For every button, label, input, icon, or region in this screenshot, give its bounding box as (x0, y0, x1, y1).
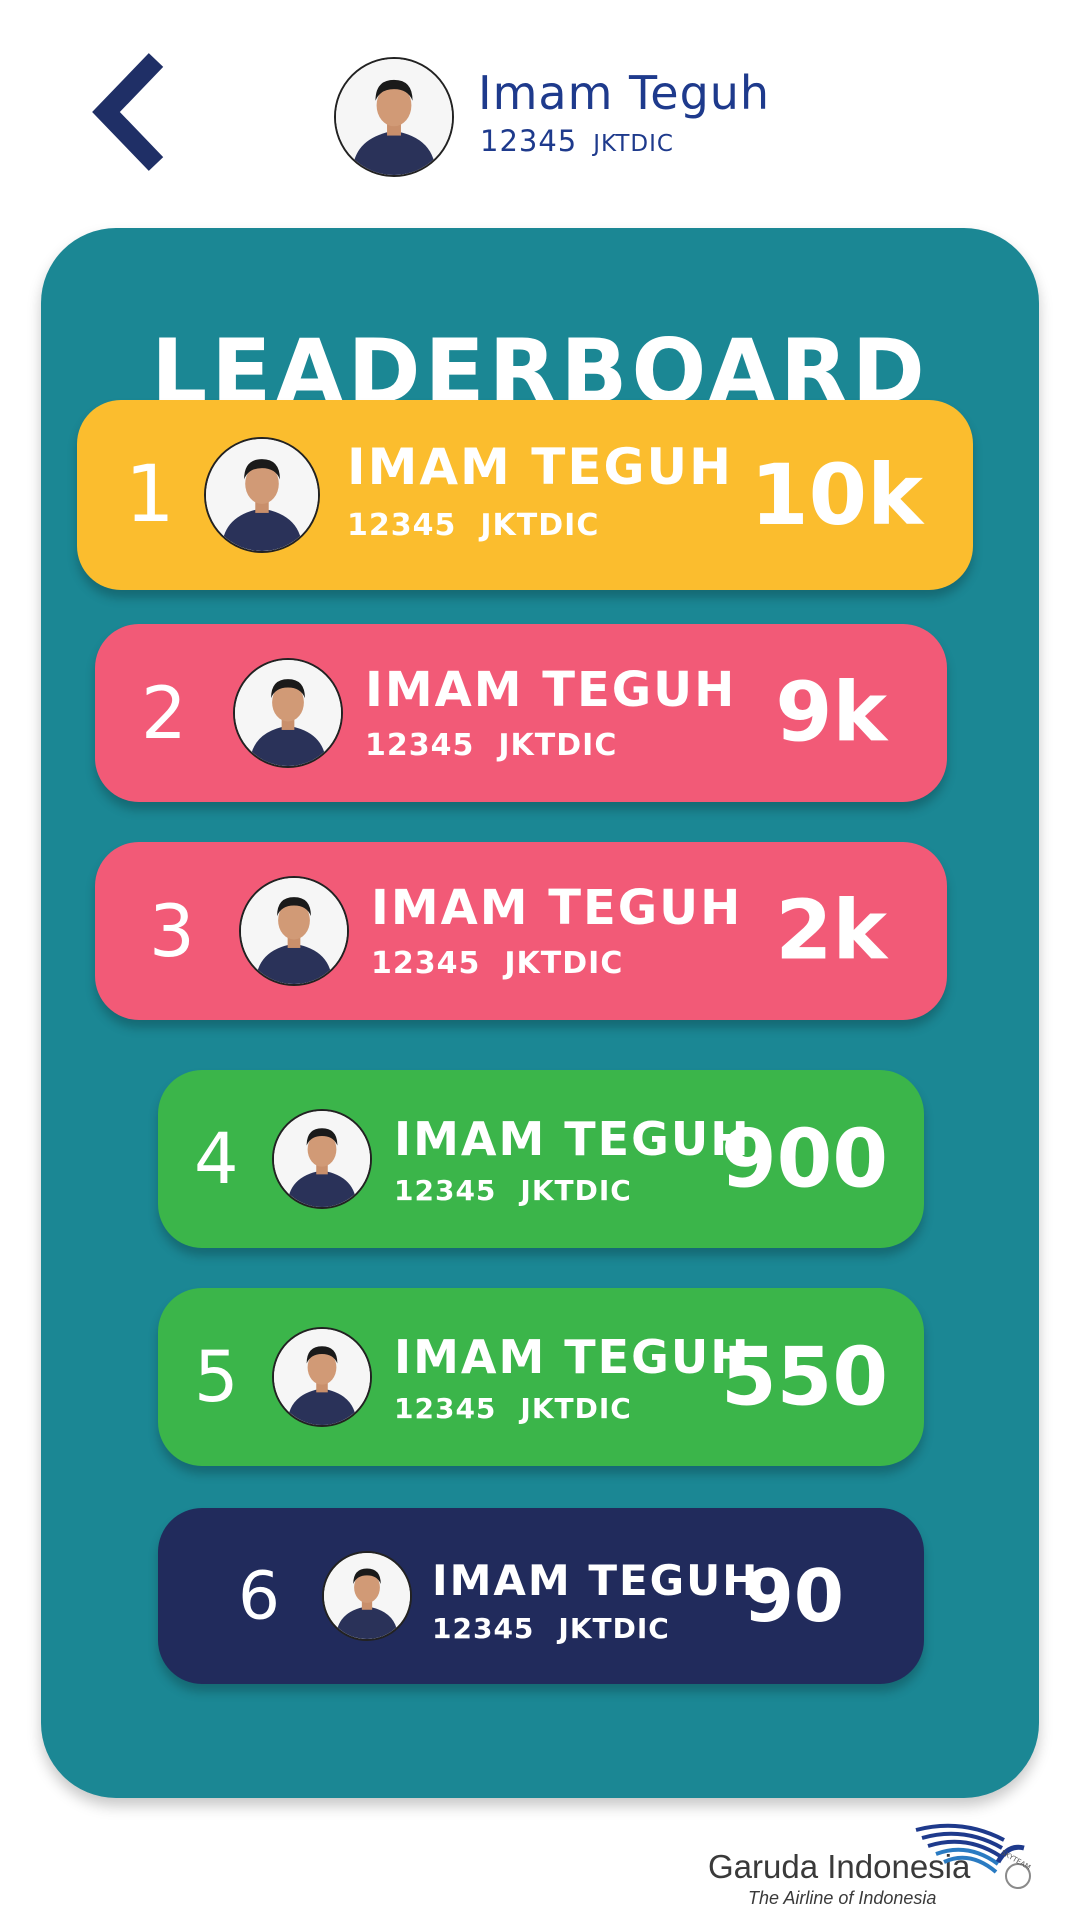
rank-number: 3 (149, 889, 195, 973)
avatar[interactable] (334, 57, 454, 177)
player-meta: 12345 JKTDIC (394, 1174, 632, 1207)
employee-id: 12345 (480, 124, 578, 158)
avatar[interactable] (272, 1327, 372, 1427)
employee-id: 12345 (371, 946, 481, 981)
employee-id: 12345 (365, 728, 475, 763)
leaderboard-row[interactable]: 1 IMAM TEGUH 12345 JKTDIC 10k (77, 400, 973, 590)
score-value: 550 (721, 1330, 888, 1424)
leaderboard-row[interactable]: 2 IMAM TEGUH 12345 JKTDIC 9k (95, 624, 947, 802)
employee-id: 12345 (394, 1174, 497, 1207)
station-code: JKTDIC (480, 508, 600, 543)
rank-number: 2 (141, 671, 187, 755)
avatar[interactable] (233, 658, 343, 768)
score-value: 900 (721, 1112, 888, 1206)
player-meta: 12345 JKTDIC (371, 946, 623, 981)
score-value: 90 (743, 1554, 844, 1638)
back-button[interactable] (88, 52, 178, 172)
profile-header: Imam Teguh 12345 JKTDIC (0, 0, 1080, 200)
station-code: JKTDIC (498, 728, 618, 763)
avatar[interactable] (272, 1109, 372, 1209)
garuda-logo-icon: SKYTEAM (915, 1823, 1032, 1889)
station-code: JKTDIC (520, 1174, 632, 1207)
player-name: IMAM TEGUH (371, 880, 743, 936)
rank-number: 5 (194, 1336, 239, 1418)
rank-number: 4 (194, 1118, 239, 1200)
player-meta: 12345 JKTDIC (347, 508, 599, 543)
leaderboard-row[interactable]: 4 IMAM TEGUH 12345 JKTDIC 900 (158, 1070, 924, 1248)
rank-number: 1 (125, 450, 175, 540)
player-name: IMAM TEGUH (394, 1112, 751, 1166)
employee-id: 12345 (432, 1612, 535, 1645)
employee-id: 12345 (394, 1392, 497, 1425)
avatar[interactable] (322, 1551, 412, 1641)
player-meta: 12345 JKTDIC (365, 728, 617, 763)
station-code: JKTDIC (504, 946, 624, 981)
player-name: IMAM TEGUH (432, 1556, 760, 1605)
chevron-left-icon (92, 53, 164, 171)
score-value: 10k (750, 446, 923, 544)
player-name: IMAM TEGUH (394, 1330, 751, 1384)
station-code: JKTDIC (520, 1392, 632, 1425)
rank-number: 6 (238, 1557, 280, 1635)
brand-footer: Garuda Indonesia The Airline of Indonesi… (708, 1818, 1038, 1908)
leaderboard-row[interactable]: 3 IMAM TEGUH 12345 JKTDIC 2k (95, 842, 947, 1020)
skyteam-logo-text: SKYTEAM (1000, 1849, 1032, 1872)
station-code: JKTDIC (558, 1612, 670, 1645)
station-code: JKTDIC (593, 131, 674, 157)
player-name: IMAM TEGUH (347, 438, 733, 496)
employee-id: 12345 (347, 508, 457, 543)
score-value: 9k (775, 665, 887, 761)
player-meta: 12345 JKTDIC (432, 1612, 670, 1645)
leaderboard-panel: LEADERBOARD 1 IMAM TEGUH 12345 JKTDIC 10k… (41, 228, 1039, 1798)
brand-tagline: The Airline of Indonesia (748, 1888, 937, 1908)
avatar[interactable] (239, 876, 349, 986)
player-meta: 12345 JKTDIC (394, 1392, 632, 1425)
leaderboard-row[interactable]: 5 IMAM TEGUH 12345 JKTDIC 550 (158, 1288, 924, 1466)
user-meta: 12345 JKTDIC (480, 124, 674, 158)
avatar[interactable] (204, 437, 320, 553)
user-name: Imam Teguh (478, 66, 771, 120)
score-value: 2k (775, 883, 887, 979)
leaderboard-row[interactable]: 6 IMAM TEGUH 12345 JKTDIC 90 (158, 1508, 924, 1684)
player-name: IMAM TEGUH (365, 662, 737, 718)
